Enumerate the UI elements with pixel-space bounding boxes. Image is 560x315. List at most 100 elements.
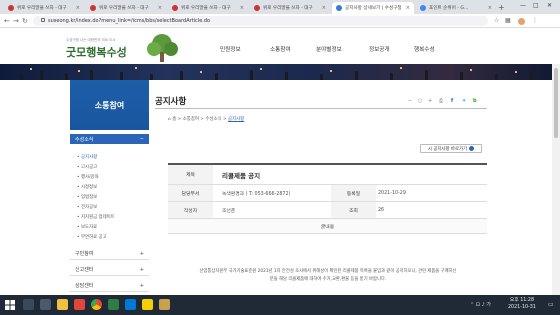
back-icon[interactable]: ← (4, 17, 10, 25)
reload-icon[interactable]: ↻ (22, 17, 28, 25)
table-row: 담당부서 녹색환경과 ( T: 053-666-2872) 등록일 2021-1… (168, 185, 487, 202)
sub-label: 지지원금 업데이트 (81, 215, 115, 220)
breadcrumb-item[interactable]: 홈 (172, 117, 176, 122)
close-icon[interactable]: × (485, 5, 492, 11)
tab-label: 위로 우리말을 쓰자 - 대구 (17, 6, 67, 11)
sidebar-item-label: 상담센터 (75, 283, 94, 289)
browser-tab-active[interactable]: 공지사항 상세보기 | 수성구청 × (332, 2, 414, 14)
file-explorer-icon[interactable] (57, 299, 68, 310)
zoom-out-icon[interactable]: − (408, 98, 412, 104)
clock-time: 오후 11:28 (509, 298, 535, 303)
close-icon[interactable]: × (73, 5, 80, 11)
blog-icon[interactable]: b (473, 98, 477, 104)
app-icon[interactable] (108, 299, 119, 310)
browser-tab[interactable]: 위로 우리말을 쓰자 - 대구 × (4, 2, 84, 14)
search-icon[interactable] (23, 299, 34, 310)
home-icon[interactable]: ⌂ (168, 117, 171, 122)
sidebar-item[interactable]: 상담센터 + (70, 280, 149, 292)
sidebar-title: 소통참여 (70, 80, 149, 130)
arrow-circle-icon (469, 146, 475, 151)
avatar[interactable] (518, 17, 525, 25)
sidebar-sub-item-active[interactable]: • 공지사항 (77, 154, 97, 160)
task-view-icon[interactable] (40, 299, 51, 310)
sidebar-item[interactable]: 신고센터 + (70, 264, 149, 276)
browser-tab[interactable]: 포인트 순위어 - G… × (416, 2, 496, 14)
gnb-item[interactable]: 분야별정보 (316, 45, 342, 53)
banner-image (0, 64, 560, 80)
menu-icon[interactable]: ⋮ (532, 17, 538, 24)
clock[interactable]: 오후 11:28 2021-10-31 (508, 298, 536, 311)
notice-shortcut-button[interactable]: 시 공지사항 바로가기 (420, 144, 482, 153)
sidebar-sub-item[interactable]: • 지지원금 업데이트 (77, 214, 115, 220)
close-window-icon[interactable]: ✕ (547, 2, 552, 9)
tab-label: 공지사항 상세보기 | 수성구청 (345, 6, 402, 11)
app-icon[interactable] (74, 299, 85, 310)
tray-icons[interactable]: ⌃ ⊡ ♪ 가 (470, 301, 491, 308)
chrome-icon[interactable] (91, 299, 102, 310)
lock-icon (41, 18, 45, 22)
app-icon[interactable] (159, 299, 170, 310)
sub-label: 시정정보 (81, 185, 98, 190)
favicon-icon (8, 5, 14, 11)
content-label: 글내용 (168, 219, 487, 233)
gnb-item[interactable]: 행복수성 (414, 45, 435, 53)
url-input[interactable]: suseong.kr/index.do?menu_link=/icms/bbs/… (33, 16, 488, 26)
zoom-reset-icon[interactable]: ○ (418, 98, 422, 104)
url-text: suseong.kr/index.do?menu_link=/icms/bbs/… (48, 18, 211, 24)
windows-start-icon[interactable] (5, 300, 15, 310)
close-icon[interactable]: × (403, 5, 410, 11)
facebook-icon[interactable]: f (451, 98, 453, 104)
forward-icon[interactable]: → (13, 17, 19, 25)
maximize-icon[interactable]: □ (533, 2, 539, 9)
tab-label: 위로 우리말을 쓰자 - 대구 (263, 6, 313, 11)
sidebar-sub-item[interactable]: • 시정정보 (77, 184, 97, 190)
plus-icon: + (139, 282, 144, 289)
table-row: 글내용 (168, 219, 487, 234)
sidebar-sub-item[interactable]: • 입법정보 (77, 194, 97, 200)
app-icon[interactable] (125, 299, 136, 310)
plus-icon: + (139, 250, 144, 257)
gnb-item[interactable]: 정보공개 (369, 45, 390, 53)
kakaotalk-icon[interactable] (142, 299, 153, 310)
sidebar-sub-item[interactable]: • 무면허료 공고 (77, 234, 107, 240)
sidebar-sub-item[interactable]: • 보도자료 (77, 224, 97, 230)
sidebar-sub-item[interactable]: • 전자공보 (77, 204, 97, 210)
sidebar-section-header[interactable]: 수성소식 − (70, 134, 149, 144)
close-icon[interactable]: × (155, 5, 162, 11)
browser-tab[interactable]: 위로 우리말을 쓰자 - 대구 × (86, 2, 166, 14)
sidebar-item[interactable]: 구민참여 + (70, 248, 149, 260)
gnb-item[interactable]: 민원정보 (220, 45, 241, 53)
new-tab-icon[interactable]: + (498, 3, 505, 12)
zoom-in-icon[interactable]: + (428, 98, 432, 104)
page-scrollbar[interactable] (552, 64, 560, 295)
scrollbar-thumb[interactable] (554, 68, 558, 138)
browser-tab[interactable]: 위로 우리말을 쓰자 - 대구 × (168, 2, 248, 14)
tab-label: 포인트 순위어 - G… (429, 6, 469, 11)
close-icon[interactable]: × (319, 5, 326, 11)
breadcrumb-item[interactable]: 소통참여 (183, 117, 199, 122)
notification-icon[interactable]: ▭ (548, 301, 554, 308)
browser-tab[interactable]: 위로 우리말을 쓰자 - 대구 × (250, 2, 330, 14)
favicon-icon (90, 5, 96, 11)
date-label: 등록일 (331, 185, 376, 201)
star-icon[interactable]: ☆ (494, 17, 499, 24)
extension-icon[interactable]: ▦ (505, 17, 511, 24)
gnb-item[interactable]: 소통참여 (270, 45, 291, 53)
button-label: 시 공지사항 바로가기 (427, 146, 468, 152)
breadcrumb-current[interactable]: 공지사항 (228, 117, 244, 122)
site-logo[interactable]: 수성구청 나는 대한민국 미소 도시 굿모행복수성 (66, 38, 127, 60)
minimize-icon[interactable]: — (520, 2, 526, 9)
table-row: 작성자 조선준 조회 26 (168, 202, 487, 219)
sub-label: 전자공보 (81, 205, 98, 210)
print-icon[interactable]: ⎙ (439, 98, 443, 104)
breadcrumb: ⌂ 홈 > 소통참여 > 수성소식 > 공지사항 (168, 117, 245, 122)
sidebar-sub-item[interactable]: • 고시공고 (77, 164, 97, 170)
section-label: 수성소식 (75, 136, 94, 143)
close-icon[interactable]: × (237, 5, 244, 11)
favicon-icon (254, 5, 260, 11)
sidebar-sub-item[interactable]: • 행사/강좌 (77, 174, 99, 180)
breadcrumb-item[interactable]: 수성소식 (205, 117, 221, 122)
dept-label: 담당부서 (168, 185, 213, 201)
twitter-icon[interactable]: ✦ (462, 98, 466, 104)
title-divider (155, 108, 487, 109)
